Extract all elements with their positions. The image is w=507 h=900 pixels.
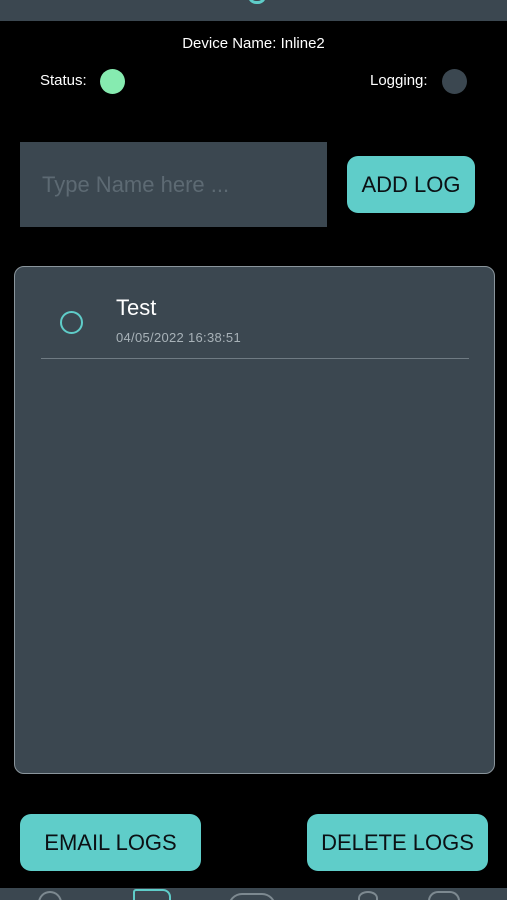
tools-icon[interactable]	[428, 891, 460, 900]
logging-label: Logging:	[370, 72, 428, 89]
delete-logs-button[interactable]: DELETE LOGS	[307, 814, 488, 871]
gauge-icon[interactable]	[228, 893, 276, 900]
log-name-input[interactable]	[20, 142, 327, 227]
email-logs-button[interactable]: EMAIL LOGS	[20, 814, 201, 871]
device-name-label: Device Name: Inline2	[182, 35, 325, 52]
log-list-item[interactable]: Test 04/05/2022 16:38:51	[41, 267, 469, 359]
logging-indicator-icon	[442, 69, 467, 94]
bottom-tab-bar	[0, 888, 507, 900]
home-icon[interactable]	[38, 891, 62, 900]
gear-icon[interactable]	[358, 891, 378, 900]
add-log-button[interactable]: ADD LOG	[347, 156, 475, 213]
log-item-name: Test	[116, 295, 157, 320]
log-list[interactable]: Test 04/05/2022 16:38:51	[14, 266, 495, 774]
log-select-radio-icon[interactable]	[60, 311, 83, 334]
title-glyph-icon	[248, 0, 266, 4]
log-document-icon[interactable]	[133, 889, 171, 900]
top-navigation-bar	[0, 0, 507, 21]
status-indicator-icon	[100, 69, 125, 94]
log-item-date: 04/05/2022 16:38:51	[116, 330, 241, 345]
status-label: Status:	[40, 72, 87, 89]
